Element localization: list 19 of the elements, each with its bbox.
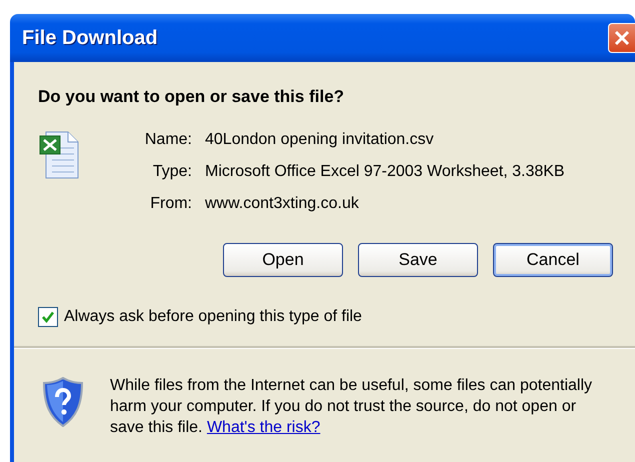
close-icon xyxy=(613,29,631,47)
field-value: Microsoft Office Excel 97-2003 Worksheet, 3.38KB xyxy=(205,162,565,182)
dialog-button[interactable]: Cancel xyxy=(493,242,613,276)
dialog-button[interactable]: Save xyxy=(358,242,478,276)
question-text: Do you want to open or save this file? xyxy=(37,86,346,108)
dialog-button[interactable]: Open xyxy=(223,242,343,276)
field-label: From: xyxy=(149,194,192,214)
checkbox[interactable] xyxy=(38,306,58,326)
checkbox-label: Always ask before opening this type of file xyxy=(64,306,362,326)
risk-link[interactable]: What's the risk? xyxy=(206,418,320,436)
field-label: Type: xyxy=(152,162,192,182)
field-label: Name: xyxy=(144,130,192,150)
field-value: 40London opening invitation.csv xyxy=(205,130,435,150)
close-button[interactable] xyxy=(608,23,635,53)
warning-text: While files from the Internet can be useful, some files can potentially harm your computer. If you do not trust the source, do not open or save this file. What's the risk? xyxy=(110,376,594,438)
security-shield-icon xyxy=(42,376,84,426)
checkmark-icon xyxy=(41,310,55,324)
window-title: File Download xyxy=(22,26,158,51)
field-value: www.cont3xting.co.uk xyxy=(205,194,360,214)
